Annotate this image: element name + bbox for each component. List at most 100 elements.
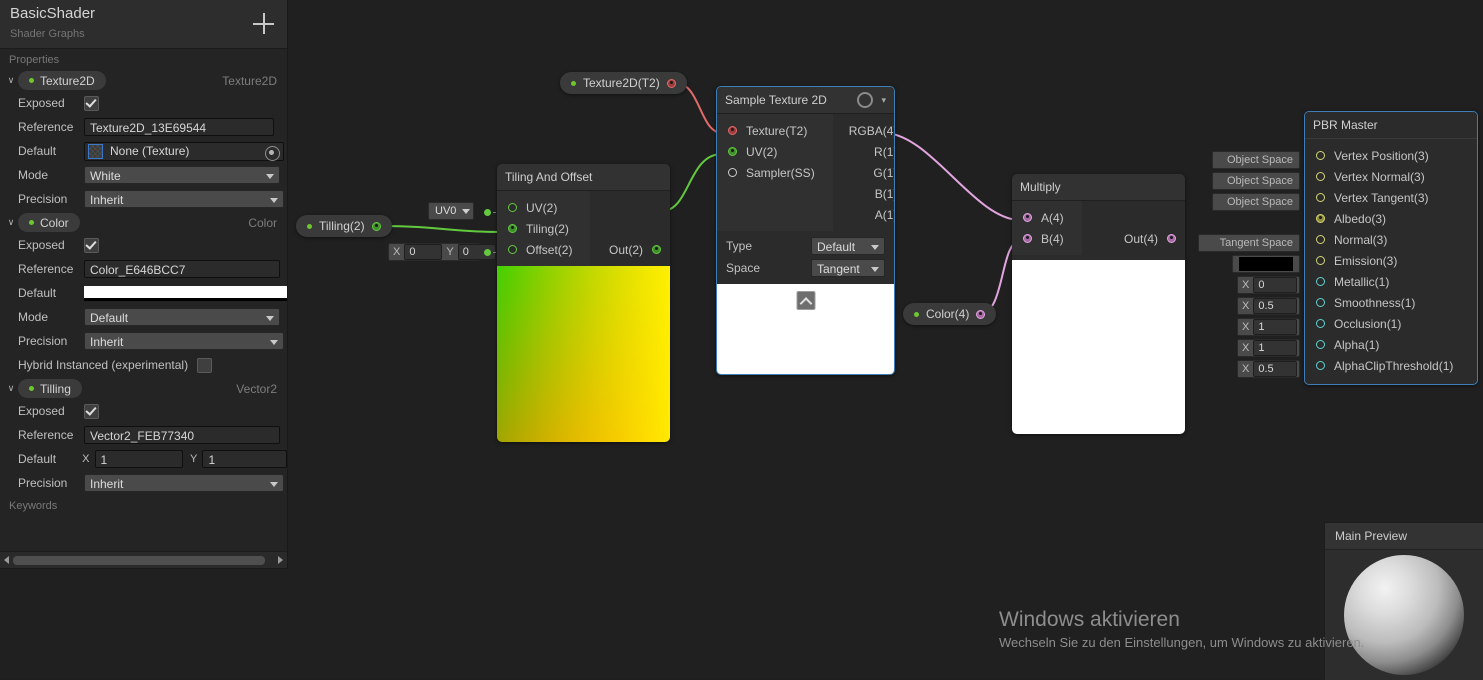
input-slot-metallic[interactable] [1316,277,1325,286]
property-node-color[interactable]: Color(4) [903,303,997,325]
input-slot-vertex-normal[interactable] [1316,172,1325,181]
property-header-texture2d[interactable]: ∨ Texture2D Texture2D [0,70,287,91]
default-x-input[interactable]: 1 [94,450,183,468]
space-dropdown[interactable]: Tangent [811,259,885,277]
exposed-checkbox[interactable] [84,403,99,419]
collapse-preview-button[interactable] [796,291,815,310]
property-node-tilling[interactable]: Tilling(2) [296,215,392,237]
property-pill-tilling[interactable]: Tilling [18,379,82,398]
input-slot-a[interactable] [1023,213,1032,222]
reference-input[interactable]: Vector2_FEB77340 [84,426,280,444]
node-sample-texture-2d[interactable]: Sample Texture 2D ▾ Texture(T2) UV(2) Sa… [716,86,895,375]
port-r[interactable]: R(1) [833,141,894,162]
property-node-texture2d[interactable]: Texture2D(T2) [560,72,687,94]
mode-dropdown[interactable]: White [84,166,280,184]
port-normal[interactable]: Normal(3) [1305,229,1477,250]
port-a[interactable]: A(4) [1012,207,1082,228]
input-slot-alphaclipthreshold[interactable] [1316,361,1325,370]
input-slot-albedo[interactable] [1316,214,1325,223]
node-title-bar[interactable]: Sample Texture 2D ▾ [717,87,894,114]
exposed-checkbox[interactable] [84,237,99,253]
input-slot-b[interactable] [1023,234,1032,243]
smoothness-field[interactable]: X 0.5 [1237,297,1300,315]
occlusion-field[interactable]: X 1 [1237,318,1300,336]
property-pill-texture2d[interactable]: Texture2D [18,71,106,90]
emission-color-field[interactable] [1232,255,1300,273]
input-slot-sampler[interactable] [728,168,737,177]
input-slot-vertex-tangent[interactable] [1316,193,1325,202]
smoothness-input[interactable]: 0.5 [1253,298,1298,314]
default-y-input[interactable]: 1 [202,450,287,468]
input-slot-uv[interactable] [508,203,517,212]
precision-dropdown[interactable]: Inherit [84,332,284,350]
port-uv[interactable]: UV(2) [497,197,590,218]
port-vertex-normal[interactable]: Vertex Normal(3) [1305,166,1477,187]
alphaclipthreshold-field[interactable]: X 0.5 [1237,360,1300,378]
port-albedo[interactable]: Albedo(3) [1305,208,1477,229]
offset-vector-field[interactable]: X 0 Y 0 [388,243,496,261]
port-a[interactable]: A(1) [833,204,894,225]
port-tiling[interactable]: Tiling(2) [497,218,590,239]
reference-input[interactable]: Texture2D_13E69544 [84,118,274,136]
mode-dropdown[interactable]: Default [84,308,280,326]
blackboard-panel[interactable]: BasicShader Shader Graphs Properties ∨ T… [0,0,288,569]
uv-channel-dropdown[interactable]: UV0 [428,202,474,220]
input-slot-emission[interactable] [1316,256,1325,265]
main-preview-title-bar[interactable]: Main Preview [1325,523,1483,550]
input-slot-uv[interactable] [728,147,737,156]
metallic-field[interactable]: X 0 [1237,276,1300,294]
port-occlusion[interactable]: Occlusion(1) [1305,313,1477,334]
port-sampler[interactable]: Sampler(SS) [717,162,833,183]
alphaclipthreshold-input[interactable]: 0.5 [1253,361,1298,377]
node-title-bar[interactable]: Tiling And Offset [497,164,670,191]
vertex-normal-dropdown[interactable]: Object Space [1212,172,1300,190]
port-b[interactable]: B(1) [833,183,894,204]
vertex-position-dropdown[interactable]: Object Space [1212,151,1300,169]
output-slot-out[interactable] [652,245,661,254]
default-color-swatch[interactable] [83,285,287,301]
port-offset[interactable]: Offset(2) [497,239,590,260]
port-vertex-position[interactable]: Vertex Position(3) [1305,145,1477,166]
type-dropdown[interactable]: Default [811,237,885,255]
node-preview-multiply[interactable] [1012,260,1185,434]
port-alphaclipthreshold[interactable]: AlphaClipThreshold(1) [1305,355,1477,376]
port-smoothness[interactable]: Smoothness(1) [1305,292,1477,313]
control-type[interactable]: Type Default [717,235,894,257]
input-slot-smoothness[interactable] [1316,298,1325,307]
metallic-input[interactable]: 0 [1253,277,1298,293]
alpha-field[interactable]: X 1 [1237,339,1300,357]
gear-icon[interactable] [857,92,874,108]
input-slot-occlusion[interactable] [1316,319,1325,328]
node-title-bar[interactable]: PBR Master [1305,112,1477,139]
property-pill-color[interactable]: Color [18,213,80,232]
offset-x-input[interactable]: 0 [404,244,443,260]
node-tiling-and-offset[interactable]: Tiling And Offset UV(2) Tiling(2) Offset… [497,164,670,442]
control-space[interactable]: Space Tangent [717,257,894,279]
reference-input[interactable]: Color_E646BCC7 [84,260,280,278]
port-uv[interactable]: UV(2) [717,141,833,162]
port-texture[interactable]: Texture(T2) [717,120,833,141]
exposed-checkbox[interactable] [84,95,99,111]
occlusion-input[interactable]: 1 [1253,319,1298,335]
chevron-down-icon[interactable]: ∨ [4,383,18,394]
port-out[interactable]: Out(2) [593,239,670,260]
precision-dropdown[interactable]: Inherit [84,190,284,208]
add-property-button[interactable] [253,13,275,35]
input-slot-alpha[interactable] [1316,340,1325,349]
input-slot-offset[interactable] [508,245,517,254]
scroll-right-icon[interactable] [278,556,283,564]
output-slot-texture2d[interactable] [666,78,676,88]
chevron-down-icon[interactable]: ∨ [4,217,18,228]
hybrid-instanced-checkbox[interactable] [197,357,213,373]
property-header-color[interactable]: ∨ Color Color [0,212,287,233]
port-metallic[interactable]: Metallic(1) [1305,271,1477,292]
input-slot-tiling[interactable] [508,224,517,233]
output-slot-tilling[interactable] [371,221,381,231]
node-preview-uv[interactable] [497,266,670,442]
scroll-thumb[interactable] [13,556,265,565]
node-multiply[interactable]: Multiply A(4) B(4) Out(4) [1012,174,1185,434]
input-slot-vertex-position[interactable] [1316,151,1325,160]
normal-dropdown[interactable]: Tangent Space [1198,234,1300,252]
chevron-down-icon[interactable]: ∨ [4,75,18,86]
port-b[interactable]: B(4) [1012,228,1082,249]
